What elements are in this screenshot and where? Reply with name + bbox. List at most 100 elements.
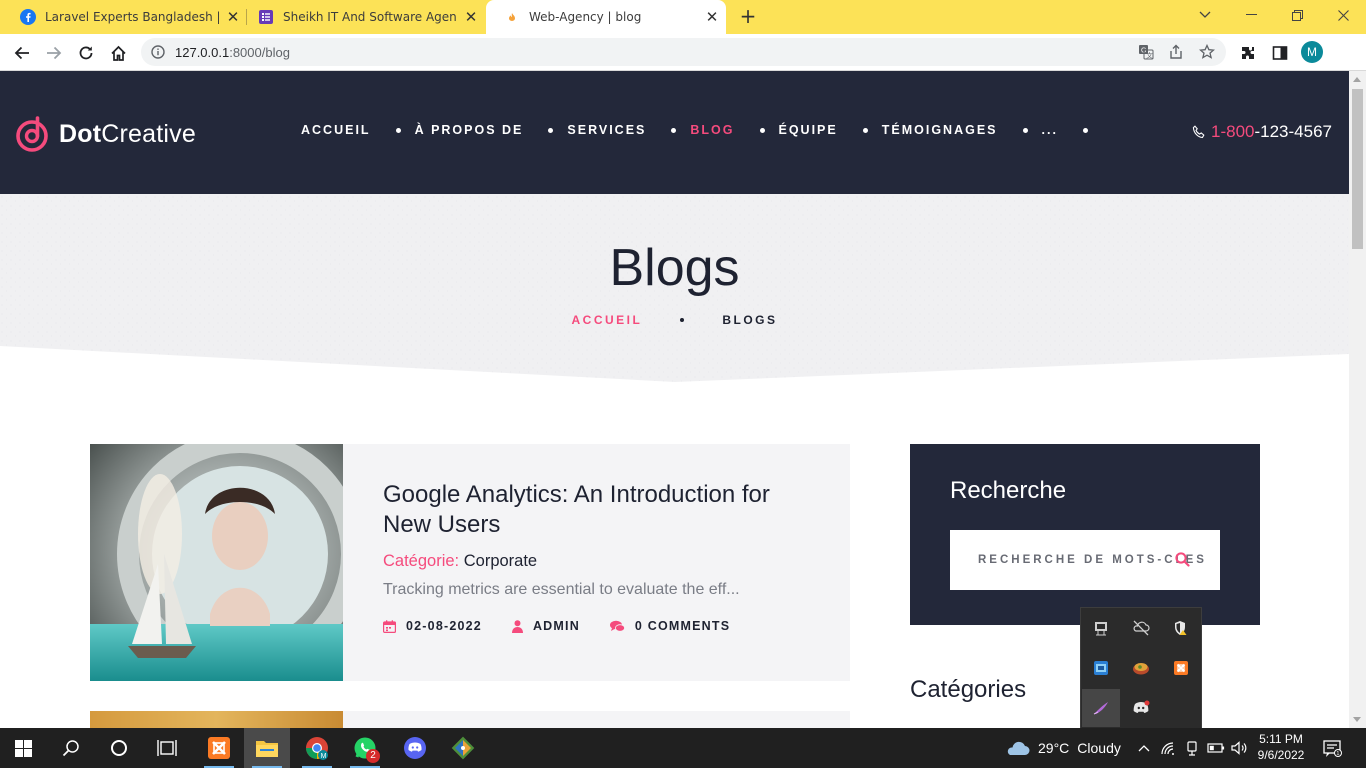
task-view-icon[interactable] [144,728,190,768]
post-category-link[interactable]: Corporate [464,552,537,570]
discord-icon[interactable] [392,728,438,768]
cloud-icon [1007,741,1030,755]
page-banner: Blogs ACCUEIL BLOGS [0,194,1349,384]
new-tab-button[interactable]: + [735,5,761,29]
forward-button[interactable] [40,39,68,67]
device-icon[interactable] [1180,728,1204,768]
svg-text:M: M [321,753,327,760]
nav-item-equipe[interactable]: ÉQUIPE [779,123,838,137]
search-input[interactable] [978,554,1208,566]
post-content: Google Analytics: An Introduction for Ne… [383,480,813,633]
cortana-icon[interactable] [96,728,142,768]
blog-post-card: Google Analytics: An Introduction for Ne… [90,444,850,681]
post-meta: 02-08-2022 ADMIN 0 COMMENTS [383,619,813,633]
svg-text:文: 文 [1146,51,1153,60]
whatsapp-badge: 2 [366,749,380,763]
scroll-thumb[interactable] [1352,89,1363,249]
sidebar-search-widget: Recherche [910,444,1260,625]
post-thumbnail-image[interactable] [90,711,343,728]
printer-tray-icon[interactable] [1082,609,1120,647]
system-tray [1132,728,1252,768]
bookmark-star-icon[interactable] [1198,43,1216,64]
post-author[interactable]: ADMIN [511,619,580,633]
home-button[interactable] [104,39,132,67]
git-icon[interactable] [440,728,486,768]
user-icon [511,619,523,633]
browser-tab-strip: Laravel Experts Bangladesh | Face ✕ Shei… [0,0,1366,34]
wifi-icon[interactable] [1156,728,1180,768]
taskbar-clock[interactable]: 5:11 PM 9/6/2022 [1252,731,1310,763]
chevron-up-icon[interactable] [1132,728,1156,768]
search-field-wrapper [950,530,1220,590]
windows-start-icon[interactable] [0,728,46,768]
blog-post-card-partial [90,711,850,728]
search-icon[interactable] [48,728,94,768]
categories-title: Catégories [910,676,1027,703]
app-tray-icon[interactable] [1082,649,1120,687]
tab-web-agency-blog[interactable]: Web-Agency | blog ✕ [486,0,726,34]
site-logo[interactable]: DotCreative [15,115,196,153]
onedrive-offline-icon[interactable] [1122,609,1160,647]
close-tab-icon[interactable]: ✕ [698,8,726,26]
post-date: 02-08-2022 [383,619,482,633]
search-widget-title: Recherche [950,477,1067,504]
volume-icon[interactable] [1228,728,1252,768]
post-thumbnail-image[interactable] [90,444,343,681]
security-shield-icon[interactable] [1162,609,1200,647]
nav-item-temoignages[interactable]: TÉMOIGNAGES [882,123,998,137]
flame-icon [504,9,520,25]
search-icon[interactable] [1175,552,1190,567]
tab-search-icon[interactable] [1182,0,1228,30]
scroll-up-icon[interactable] [1353,77,1361,82]
nav-item-more[interactable]: ... [1042,123,1058,137]
nav-item-blog[interactable]: BLOG [690,123,734,137]
post-title[interactable]: Google Analytics: An Introduction for Ne… [383,480,813,540]
page-title: Blogs [609,239,740,297]
battery-icon[interactable] [1204,728,1228,768]
side-panel-icon[interactable] [1266,39,1294,67]
url-text: 127.0.0.1:8000/blog [175,44,290,60]
tab-title: Web-Agency | blog [529,10,642,24]
close-tab-icon[interactable]: ✕ [457,8,485,26]
svg-text:1: 1 [1336,751,1339,757]
file-explorer-icon[interactable] [244,728,290,768]
pen-tray-icon[interactable] [1082,689,1120,727]
whatsapp-icon[interactable]: 2 [342,728,388,768]
facebook-icon [20,9,36,25]
chrome-icon[interactable]: M [294,728,340,768]
scroll-down-icon[interactable] [1353,717,1361,722]
form-icon [258,9,274,25]
xampp-icon[interactable] [196,728,242,768]
minimize-button[interactable] [1228,0,1274,30]
share-icon[interactable] [1168,44,1184,64]
discord-tray-icon[interactable] [1122,689,1160,727]
close-window-button[interactable] [1320,0,1366,30]
browser-toolbar: 127.0.0.1:8000/blog G文 M [0,34,1366,71]
system-tray-flyout [1080,607,1202,730]
nav-item-a-propos[interactable]: À PROPOS DE [415,123,524,137]
tab-sheikh-it[interactable]: Sheikh IT And Software Agency ✕ [240,0,485,34]
weather-widget[interactable]: 29°C Cloudy [1004,728,1121,768]
profile-avatar[interactable]: M [1301,41,1323,63]
breadcrumb-home-link[interactable]: ACCUEIL [571,313,642,327]
phone-number[interactable]: 1-800 -123-4567 [1192,122,1332,142]
address-bar[interactable]: 127.0.0.1:8000/blog G文 [141,38,1226,66]
site-header: DotCreative ACCUEIL À PROPOS DE SERVICES… [0,71,1349,194]
notifications-icon[interactable]: 1 [1322,738,1342,762]
translate-icon[interactable]: G文 [1138,44,1154,64]
reload-button[interactable] [72,39,100,67]
logo-text: DotCreative [59,119,196,148]
color-picker-tray-icon[interactable] [1122,649,1160,687]
nav-item-accueil[interactable]: ACCUEIL [301,123,371,137]
extensions-icon[interactable] [1234,39,1262,67]
tab-facebook[interactable]: Laravel Experts Bangladesh | Face ✕ [2,0,247,34]
site-info-icon[interactable] [151,45,165,59]
post-comments[interactable]: 0 COMMENTS [609,619,730,633]
xampp-tray-icon[interactable] [1162,649,1200,687]
nav-item-services[interactable]: SERVICES [567,123,646,137]
restore-button[interactable] [1274,0,1320,30]
tab-title: Laravel Experts Bangladesh | Face [45,10,219,24]
post-category: Catégorie: Corporate [383,552,538,570]
back-button[interactable] [8,39,36,67]
page-scrollbar[interactable] [1349,71,1366,728]
